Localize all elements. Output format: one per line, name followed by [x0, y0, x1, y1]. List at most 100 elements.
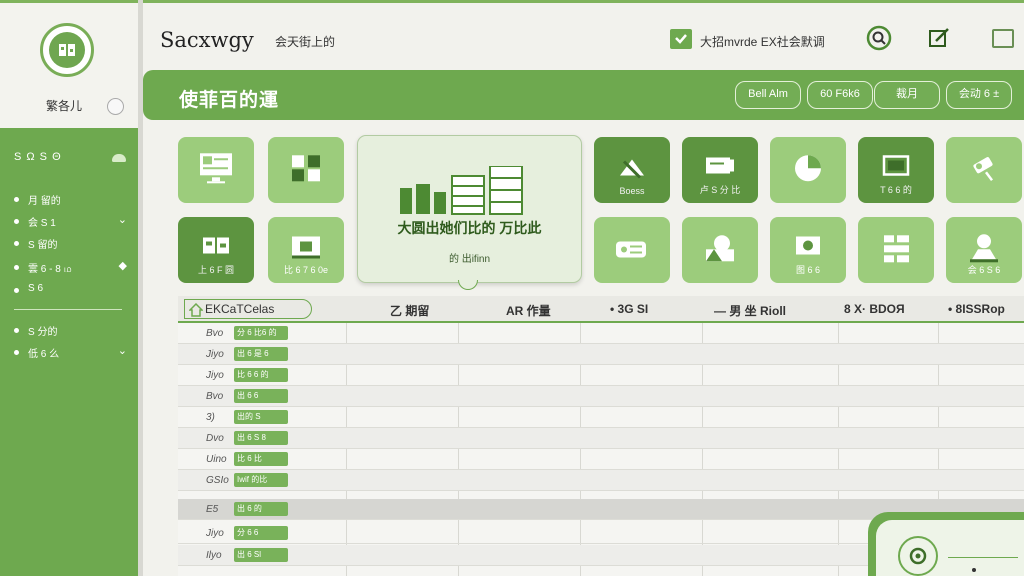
sidebar-nav: S Ω S Θ 月 留的 会 S 1 ⌄ S 留的 雲 6 - 8 ம ◆ S 6 … [0, 128, 140, 576]
row-tag: 出 6 的 [234, 502, 288, 516]
row-tag: 比 6 6 的 [234, 368, 288, 382]
row-tag: 出 6 S 8 [234, 431, 288, 445]
tile-label: 卢 S 分 比 [699, 185, 741, 195]
row-tag: 分 6 比6 的 [234, 326, 288, 340]
corner-widget[interactable] [868, 512, 1024, 576]
tile-pie[interactable] [770, 137, 846, 203]
tile-display[interactable]: T 6 6 的 [858, 137, 934, 203]
widget-divider [948, 557, 1018, 558]
sidebar-item-label: 月 留的 [28, 196, 61, 207]
edit-icon[interactable] [928, 27, 950, 49]
tile-users[interactable] [682, 217, 758, 283]
table-row[interactable]: 3) 出的 S [178, 407, 1024, 428]
user-name: 繁各儿 [46, 99, 83, 113]
banner-button-4[interactable]: 会动 6 ± [946, 81, 1012, 109]
sidebar-item-4[interactable]: 雲 6 - 8 ம ◆ [14, 260, 129, 276]
user-row[interactable]: 繁各儿 [0, 97, 140, 115]
gear-icon[interactable] [898, 536, 938, 576]
drive-icon [616, 241, 646, 258]
widget-indicator [972, 568, 976, 572]
sidebar-item-label: S 6 [28, 283, 44, 294]
sidebar-item-7[interactable]: 低 6 么 ⌄ [14, 345, 129, 361]
tile-camera[interactable] [946, 137, 1022, 203]
media-icon [796, 236, 820, 255]
feature-handle[interactable] [458, 280, 478, 290]
profile-icon [970, 234, 998, 263]
section-banner: 使菲百的運 Bell Alm 60 F6k6 裁月 会动 6 ± [143, 70, 1024, 120]
row-code: GSIo [206, 475, 229, 486]
monitor-icon [200, 153, 232, 184]
sidebar-divider [14, 309, 122, 310]
users-icon [706, 235, 734, 262]
banner-button-1[interactable]: Bell Alm [735, 81, 801, 109]
bullet-icon [14, 288, 19, 293]
sidebar-item-1[interactable]: 月 留的 [14, 192, 129, 208]
tile-profile[interactable]: 会 6 S 6 [946, 217, 1022, 283]
row-code: Uino [206, 454, 227, 465]
check-label-a: 大招mvrde [700, 35, 758, 49]
sidebar: 繁各儿 S Ω S Θ 月 留的 会 S 1 ⌄ S 留的 雲 6 - 8 ம ◆ … [0, 0, 143, 576]
image-icon [292, 236, 320, 259]
column-header-3[interactable]: • 3G SI [610, 302, 648, 316]
sidebar-section-title: S Ω S Θ [14, 151, 62, 163]
tile-label: 上 6 F 圆 [197, 265, 234, 275]
tile-label: T 6 6 的 [880, 185, 912, 195]
table-row[interactable]: Bvo 出 6 6 [178, 386, 1024, 407]
sidebar-item-5[interactable]: S 6 [14, 283, 129, 299]
row-code: Bvo [206, 391, 224, 402]
sidebar-item-label: S 分的 [28, 327, 58, 338]
app-subtitle: 会天街上的 [275, 35, 336, 49]
tile-monitor[interactable] [178, 137, 254, 203]
banner-button-3[interactable]: 裁月 [874, 81, 940, 109]
table-row[interactable]: Jiyo 比 6 6 的 [178, 365, 1024, 386]
table-row[interactable]: GSIo Iwif 的比 [178, 470, 1024, 491]
banner-button-2[interactable]: 60 F6k6 [807, 81, 873, 109]
sidebar-item-6[interactable]: S 分的 [14, 323, 129, 339]
bullet-icon [14, 328, 19, 333]
column-header-6[interactable]: • 8ISSRop [948, 302, 1005, 316]
row-tag: 出 6 6 [234, 389, 288, 403]
table-row[interactable]: Bvo 分 6 比6 的 [178, 323, 1024, 344]
status-toggle[interactable] [107, 98, 124, 115]
feature-title: 大圆出她们比的 万比此 [397, 220, 542, 236]
checkbox-icon[interactable] [670, 29, 692, 49]
pie-icon [795, 155, 821, 182]
sidebar-item-label: 低 6 么 [28, 349, 60, 360]
feature-card[interactable]: 大圆出她们比的 万比此 的 出ifinn [357, 135, 582, 290]
column-header-5[interactable]: 8 X· BDOЯ [844, 302, 905, 316]
tile-image[interactable]: 比 6 7 6 0e [268, 217, 344, 283]
table-row[interactable]: Jiyo 出 6 是 6 [178, 344, 1024, 365]
cards-icon [203, 237, 229, 254]
row-tag: 分 6 6 [234, 526, 288, 540]
table-header: EKCaTCelas 乙 期留 AR 作量 • 3G SI — 男 坐 Riol… [178, 296, 1024, 323]
tile-label: 图 6 6 [795, 265, 820, 275]
tile-label: Boess [619, 186, 645, 196]
app-logo[interactable] [40, 23, 94, 77]
search-icon[interactable] [866, 25, 892, 51]
tile-drive[interactable] [594, 217, 670, 283]
chevron-down-icon: ⌄ [117, 345, 127, 357]
feature-subtitle: 的 出ifinn [448, 254, 491, 265]
bullet-icon [14, 265, 19, 270]
diamond-icon: ◆ [118, 260, 127, 272]
tile-media[interactable]: 图 6 6 [770, 217, 846, 283]
tile-cards[interactable]: 上 6 F 圆 [178, 217, 254, 283]
window-icon[interactable] [992, 29, 1014, 48]
column-header-2[interactable]: AR 作量 [506, 302, 551, 319]
row-code: Jiyo [206, 370, 224, 381]
row-code: Bvo [206, 328, 224, 339]
row-tag: 出 6 是 6 [234, 347, 288, 361]
column-header-1[interactable]: 乙 期留 [390, 302, 429, 319]
table-row[interactable]: Uino 比 6 比 [178, 449, 1024, 470]
sidebar-item-3[interactable]: S 留的 [14, 236, 129, 252]
column-header-name[interactable]: EKCaTCelas [184, 299, 312, 319]
column-header-4[interactable]: — 男 坐 Rioll [714, 302, 786, 319]
sidebar-item-2[interactable]: 会 S 1 ⌄ [14, 214, 129, 230]
row-tag: 出 6 Sl [234, 548, 288, 562]
tile-grid[interactable] [858, 217, 934, 283]
chevron-down-icon: ⌄ [117, 214, 127, 226]
tile-screen[interactable]: 卢 S 分 比 [682, 137, 758, 203]
table-row[interactable]: Dvo 出 6 S 8 [178, 428, 1024, 449]
tile-tools[interactable]: Boess [594, 137, 670, 203]
tile-puzzle[interactable] [268, 137, 344, 203]
